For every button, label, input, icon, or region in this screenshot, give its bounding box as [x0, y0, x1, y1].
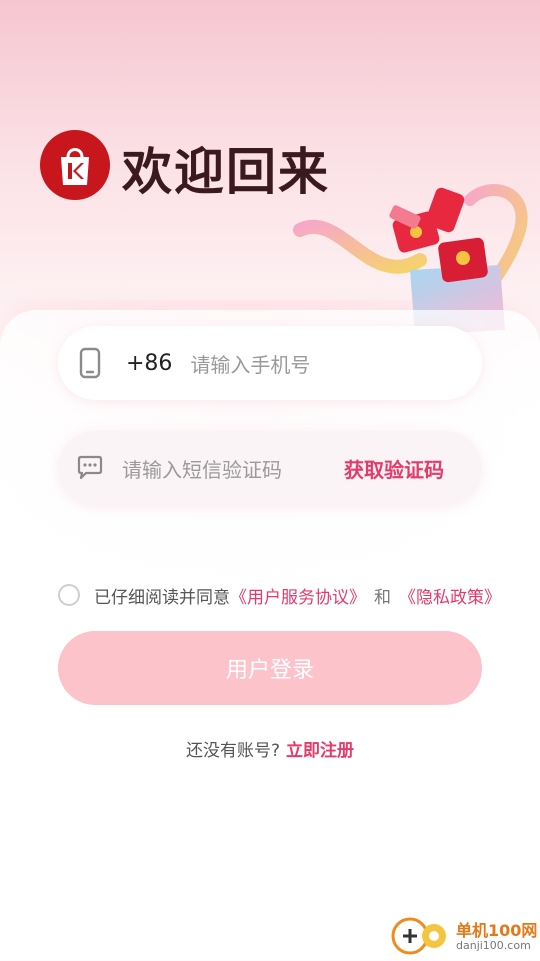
message-icon	[76, 455, 104, 481]
agreement-text: 已仔细阅读并同意	[94, 587, 230, 608]
privacy-link[interactable]: 《隐私政策》	[399, 583, 501, 608]
register-row: 还没有账号? 立即注册	[0, 736, 540, 761]
watermark-url: danji100.com	[456, 939, 531, 952]
agreement-and: 和	[374, 587, 391, 608]
phone-placeholder: 请输入手机号	[190, 352, 311, 377]
phone-input-field[interactable]: +86 请输入手机号	[58, 326, 482, 400]
register-question: 还没有账号?	[185, 741, 281, 761]
watermark-logo-icon	[391, 917, 446, 955]
shopping-bag-icon	[61, 148, 89, 185]
register-link[interactable]: 立即注册	[286, 741, 354, 761]
login-button[interactable]: 用户登录	[58, 631, 482, 705]
terms-link[interactable]: 《用户服务协议》	[230, 583, 366, 608]
site-watermark: 单机100网 danji100.com	[388, 915, 538, 957]
mobile-phone-icon	[76, 347, 104, 379]
agreement-row: 已仔细阅读并同意 《用户服务协议》 和 《隐私政策》	[58, 581, 518, 609]
watermark-name: 单机100网	[456, 921, 538, 940]
sms-code-input-field[interactable]: 请输入短信验证码 获取验证码	[58, 431, 482, 505]
country-code[interactable]: +86	[126, 351, 172, 376]
agreement-checkbox[interactable]	[58, 584, 80, 606]
app-logo	[40, 130, 110, 200]
sms-code-placeholder: 请输入短信验证码	[122, 457, 282, 482]
get-code-button[interactable]: 获取验证码	[344, 454, 444, 483]
